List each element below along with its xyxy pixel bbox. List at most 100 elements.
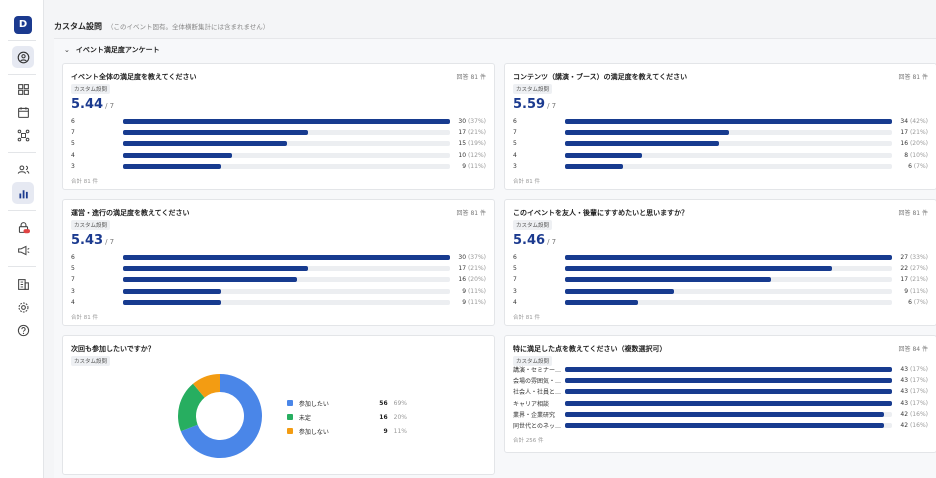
bar-value: 43 (17%): [892, 366, 928, 373]
bar-row: 6 30 (37%): [71, 116, 486, 127]
bar-row: 業界・企業研究 42 (16%): [513, 409, 928, 420]
sidebar-divider: [8, 74, 36, 75]
bar-count: 27: [900, 254, 910, 262]
bar-track: [565, 119, 892, 125]
legend-swatch: [287, 428, 293, 434]
bar-percent: (11%): [467, 298, 486, 306]
bar-track: [565, 255, 892, 261]
score-value: 5.43: [71, 233, 104, 248]
question-card-pie: 次回も参加したいですか？ カスタム設問 参加したい 56 69% 未定 16 20% 参加し…: [62, 335, 495, 475]
analytics-nav-button[interactable]: [12, 182, 34, 204]
bar-percent: (42%): [909, 118, 928, 126]
bar-track: [123, 152, 450, 158]
bar-row: 3 6 (7%): [513, 161, 928, 172]
bar-label: 5: [513, 140, 517, 148]
bar-label: 6: [513, 254, 517, 262]
bar-count: 16: [458, 276, 468, 284]
total-count: 合計 81 件: [71, 179, 98, 185]
help-nav-button[interactable]: [12, 319, 34, 341]
bar-value: 17 (21%): [892, 276, 928, 283]
bar-track: [123, 163, 450, 169]
network-nav-button[interactable]: [12, 124, 34, 146]
legend-count: 16: [379, 413, 388, 421]
rating-rows: 6 27 (33%) 5 22 (27%) 7 17 (21%) 3 9 (11%) 4 6 (7…: [513, 252, 928, 308]
bar-fill: [565, 367, 892, 373]
building-nav-button[interactable]: [12, 273, 34, 295]
bar-row: 社会人・社員と… 43 (17%): [513, 386, 928, 397]
bar-percent: (17%): [909, 399, 928, 407]
announce-nav-button[interactable]: [12, 239, 34, 261]
bar-label: 4: [71, 298, 75, 306]
bar-value: 30 (37%): [450, 118, 486, 125]
average-score: 5.46/ 7: [513, 233, 556, 248]
dashboard-nav-button[interactable]: [12, 78, 34, 100]
bar-count: 43: [900, 366, 910, 374]
bar-count: 15: [458, 140, 468, 148]
bar-value: 8 (10%): [892, 152, 928, 159]
bar-percent: (33%): [909, 254, 928, 262]
donut-chart: [178, 374, 262, 458]
bar-percent: (16%): [909, 410, 928, 418]
bar-track: [123, 299, 450, 305]
section-toggle[interactable]: ⌄ イベント満足度アンケート: [64, 45, 160, 55]
bar-label: 3: [71, 162, 75, 170]
bar-count: 42: [900, 422, 910, 430]
bar-fill: [123, 141, 287, 147]
bar-value: 30 (37%): [450, 254, 486, 261]
bar-row: 3 9 (11%): [71, 286, 486, 297]
bar-row: 5 15 (19%): [71, 138, 486, 149]
bar-row: 7 17 (21%): [71, 127, 486, 138]
response-count: 回答 81 件: [898, 74, 928, 81]
sidebar-divider: [8, 40, 36, 41]
bar-count: 16: [900, 140, 910, 148]
network-icon: [17, 129, 29, 141]
question-card: イベント全体の満足度を教えてください 回答 81 件 カスタム設問 5.44/ …: [62, 63, 495, 190]
bar-label: キャリア相談: [513, 400, 550, 408]
bar-row: 4 9 (11%): [71, 297, 486, 308]
bar-count: 42: [900, 410, 910, 418]
bar-percent: (11%): [467, 162, 486, 170]
legend-item: 参加したい 56 69%: [287, 396, 407, 410]
account-icon[interactable]: [12, 46, 34, 68]
bar-fill: [565, 299, 638, 305]
calendar-nav-button[interactable]: [12, 101, 34, 123]
bar-track: [565, 266, 892, 272]
bar-row: 6 27 (33%): [513, 252, 928, 263]
gear-icon: [18, 302, 28, 312]
user-circle-icon: [17, 51, 29, 63]
help-icon: [17, 324, 29, 336]
settings-nav-button[interactable]: [12, 296, 34, 318]
bar-row: 7 17 (21%): [513, 274, 928, 285]
users-nav-button[interactable]: [12, 158, 34, 180]
bar-label: 3: [71, 287, 75, 295]
bar-count: 10: [458, 151, 468, 159]
bar-fill: [565, 119, 892, 125]
legend-item: 参加しない 9 11%: [287, 424, 407, 438]
bar-track: [565, 389, 892, 395]
bar-label: 4: [513, 298, 517, 306]
main-content: カスタム設問 （このイベント固有。全体横断集計には含まれません） ⌄ イベント満足…: [44, 0, 936, 478]
bar-count: 22: [900, 265, 910, 273]
bar-label: 6: [71, 118, 75, 126]
page-title: カスタム設問 （このイベント固有。全体横断集計には含まれません）: [54, 21, 269, 32]
bar-value: 9 (11%): [450, 299, 486, 306]
legend-label: 参加しない: [298, 428, 329, 436]
bar-fill: [565, 152, 642, 158]
app-logo[interactable]: D: [14, 16, 32, 34]
bar-fill: [565, 288, 674, 294]
bar-percent: (21%): [467, 265, 486, 273]
calendar-icon: [17, 106, 29, 118]
bar-row: 4 10 (12%): [71, 150, 486, 161]
bar-percent: (10%): [909, 151, 928, 159]
custom-question-tag: カスタム設問: [71, 356, 111, 366]
lock-nav-button[interactable]: [12, 216, 34, 238]
bar-fill: [123, 130, 309, 136]
bar-row: 3 9 (11%): [71, 161, 486, 172]
bar-fill: [565, 378, 892, 384]
bar-track: [565, 423, 892, 429]
legend-label: 参加したい: [298, 400, 329, 408]
bar-track: [565, 141, 892, 147]
bar-percent: (37%): [467, 254, 486, 262]
bar-track: [565, 288, 892, 294]
bar-value: 17 (21%): [450, 265, 486, 272]
